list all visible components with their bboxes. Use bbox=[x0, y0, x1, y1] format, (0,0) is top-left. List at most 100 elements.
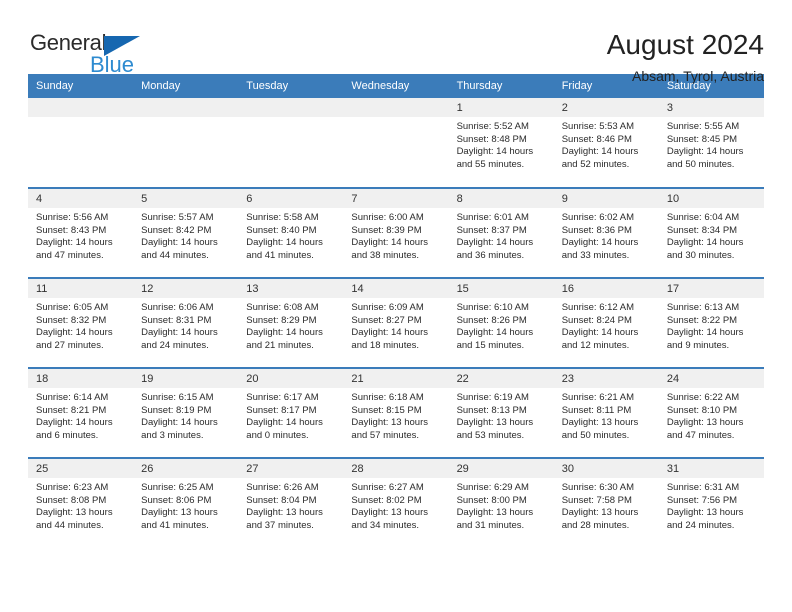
calendar-day-cell[interactable]: 6 Sunrise: 5:58 AM Sunset: 8:40 PM Daylight… bbox=[238, 187, 344, 278]
daylight-line-cont: and 55 minutes. bbox=[456, 158, 525, 170]
daylight-line: Daylight: 14 hours bbox=[456, 327, 534, 339]
calendar-week-row: 25 Sunrise: 6:23 AM Sunset: 8:08 PM Dayligh… bbox=[28, 457, 764, 548]
calendar-day-cell[interactable]: 26 Sunrise: 6:25 AM Sunset: 8:06 PM Dayligh… bbox=[133, 457, 239, 548]
weekday-header-wednesday: Wednesday bbox=[343, 74, 449, 98]
calendar-day-cell[interactable]: 21 Sunrise: 6:18 AM Sunset: 8:15 PM Dayligh… bbox=[343, 367, 449, 458]
day-number: 5 bbox=[133, 189, 239, 208]
calendar-day-cell[interactable]: 9 Sunrise: 6:02 AM Sunset: 8:36 PM Daylight… bbox=[553, 187, 659, 278]
day-number bbox=[133, 98, 239, 117]
sunrise-line: Sunrise: 6:15 AM bbox=[141, 392, 214, 403]
day-number bbox=[238, 98, 344, 117]
day-number: 25 bbox=[28, 459, 134, 478]
daylight-line: Daylight: 14 hours bbox=[456, 146, 534, 158]
day-number: 23 bbox=[553, 369, 659, 388]
calendar-day-cell[interactable]: 12 Sunrise: 6:06 AM Sunset: 8:31 PM Dayligh… bbox=[133, 277, 239, 368]
calendar-day-cell[interactable]: 14 Sunrise: 6:09 AM Sunset: 8:27 PM Dayligh… bbox=[343, 277, 449, 368]
day-details: Sunrise: 6:08 AM Sunset: 8:29 PM Daylight:… bbox=[238, 298, 343, 352]
day-details: Sunrise: 6:23 AM Sunset: 8:08 PM Daylight:… bbox=[28, 478, 133, 532]
daylight-line-cont: and 30 minutes. bbox=[666, 249, 735, 261]
day-number: 20 bbox=[238, 369, 344, 388]
calendar-day-cell[interactable]: 7 Sunrise: 6:00 AM Sunset: 8:39 PM Daylight… bbox=[343, 187, 449, 278]
sunset-line: Sunset: 8:08 PM bbox=[36, 494, 107, 506]
daylight-line: Daylight: 13 hours bbox=[666, 507, 744, 519]
calendar-day-cell[interactable]: 2 Sunrise: 5:53 AM Sunset: 8:46 PM Daylight… bbox=[553, 98, 659, 188]
day-number: 27 bbox=[238, 459, 344, 478]
calendar-day-cell[interactable]: 27 Sunrise: 6:26 AM Sunset: 8:04 PM Dayligh… bbox=[238, 457, 344, 548]
calendar-day-cell[interactable]: 1 Sunrise: 5:52 AM Sunset: 8:48 PM Daylight… bbox=[448, 98, 554, 188]
daylight-line-cont: and 21 minutes. bbox=[246, 339, 314, 351]
day-details: Sunrise: 6:19 AM Sunset: 8:13 PM Daylight:… bbox=[449, 388, 554, 442]
day-details: Sunrise: 6:04 AM Sunset: 8:34 PM Daylight:… bbox=[659, 208, 764, 262]
calendar-day-cell[interactable]: 10 Sunrise: 6:04 AM Sunset: 8:34 PM Dayligh… bbox=[658, 187, 764, 278]
daylight-line: Daylight: 13 hours bbox=[561, 417, 639, 429]
sunrise-line: Sunrise: 5:53 AM bbox=[561, 121, 635, 132]
sunrise-line: Sunrise: 5:52 AM bbox=[456, 121, 529, 132]
calendar-day-cell[interactable]: 5 Sunrise: 5:57 AM Sunset: 8:42 PM Daylight… bbox=[133, 187, 239, 278]
calendar-day-cell[interactable]: 19 Sunrise: 6:15 AM Sunset: 8:19 PM Dayligh… bbox=[133, 367, 239, 458]
day-details: Sunrise: 6:14 AM Sunset: 8:21 PM Daylight:… bbox=[28, 388, 133, 442]
calendar-day-cell[interactable]: 31 Sunrise: 6:31 AM Sunset: 7:56 PM Dayligh… bbox=[658, 457, 764, 548]
calendar-day-cell[interactable]: 16 Sunrise: 6:12 AM Sunset: 8:24 PM Dayligh… bbox=[553, 277, 659, 368]
sunrise-line: Sunrise: 6:30 AM bbox=[561, 482, 635, 493]
sunset-line: Sunset: 8:40 PM bbox=[246, 224, 317, 236]
calendar-day-cell[interactable]: 23 Sunrise: 6:21 AM Sunset: 8:11 PM Dayligh… bbox=[553, 367, 659, 458]
sunset-line: Sunset: 8:37 PM bbox=[456, 224, 527, 236]
calendar-day-cell[interactable]: 4 Sunrise: 5:56 AM Sunset: 8:43 PM Daylight… bbox=[28, 187, 134, 278]
calendar-day-cell[interactable]: 29 Sunrise: 6:29 AM Sunset: 8:00 PM Dayligh… bbox=[448, 457, 554, 548]
calendar-day-cell[interactable]: 25 Sunrise: 6:23 AM Sunset: 8:08 PM Dayligh… bbox=[28, 457, 134, 548]
daylight-line: Daylight: 13 hours bbox=[456, 507, 534, 519]
calendar-day-cell[interactable]: 3 Sunrise: 5:55 AM Sunset: 8:45 PM Daylight… bbox=[658, 98, 764, 188]
day-details: Sunrise: 6:05 AM Sunset: 8:32 PM Daylight:… bbox=[28, 298, 133, 352]
calendar-day-cell[interactable]: 11 Sunrise: 6:05 AM Sunset: 8:32 PM Dayligh… bbox=[28, 277, 134, 368]
daylight-line: Daylight: 14 hours bbox=[36, 327, 113, 339]
calendar-day-cell[interactable]: 15 Sunrise: 6:10 AM Sunset: 8:26 PM Dayligh… bbox=[448, 277, 554, 368]
daylight-line: Daylight: 14 hours bbox=[351, 237, 428, 249]
day-number: 7 bbox=[343, 189, 449, 208]
daylight-line: Daylight: 14 hours bbox=[666, 237, 744, 249]
sunset-line: Sunset: 8:42 PM bbox=[141, 224, 212, 236]
sunrise-line: Sunrise: 5:56 AM bbox=[36, 212, 109, 223]
daylight-line-cont: and 6 minutes. bbox=[36, 429, 99, 441]
calendar-day-cell[interactable]: 8 Sunrise: 6:01 AM Sunset: 8:37 PM Daylight… bbox=[448, 187, 554, 278]
calendar-day-cell[interactable]: 30 Sunrise: 6:30 AM Sunset: 7:58 PM Dayligh… bbox=[553, 457, 659, 548]
calendar-empty-cell bbox=[238, 98, 344, 188]
general-blue-logo[interactable]: General Blue bbox=[28, 30, 158, 78]
daylight-line: Daylight: 14 hours bbox=[561, 237, 639, 249]
day-details: Sunrise: 6:27 AM Sunset: 8:02 PM Daylight:… bbox=[343, 478, 448, 532]
calendar-day-cell[interactable]: 20 Sunrise: 6:17 AM Sunset: 8:17 PM Dayligh… bbox=[238, 367, 344, 458]
sunrise-line: Sunrise: 6:06 AM bbox=[141, 302, 214, 313]
day-number: 2 bbox=[553, 98, 659, 117]
sunset-line: Sunset: 8:48 PM bbox=[456, 133, 527, 145]
daylight-line-cont: and 47 minutes. bbox=[666, 429, 735, 441]
calendar-day-cell[interactable]: 28 Sunrise: 6:27 AM Sunset: 8:02 PM Dayligh… bbox=[343, 457, 449, 548]
calendar-day-cell[interactable]: 22 Sunrise: 6:19 AM Sunset: 8:13 PM Dayligh… bbox=[448, 367, 554, 458]
sunset-line: Sunset: 8:19 PM bbox=[141, 404, 212, 416]
calendar-week-row: 4 Sunrise: 5:56 AM Sunset: 8:43 PM Daylight… bbox=[28, 187, 764, 278]
day-number: 28 bbox=[343, 459, 449, 478]
sunrise-line: Sunrise: 6:21 AM bbox=[561, 392, 635, 403]
sunrise-line: Sunrise: 6:17 AM bbox=[246, 392, 319, 403]
day-details: Sunrise: 6:13 AM Sunset: 8:22 PM Daylight:… bbox=[659, 298, 764, 352]
calendar-day-cell[interactable]: 24 Sunrise: 6:22 AM Sunset: 8:10 PM Dayligh… bbox=[658, 367, 764, 458]
day-details: Sunrise: 6:01 AM Sunset: 8:37 PM Daylight:… bbox=[449, 208, 554, 262]
sunrise-line: Sunrise: 6:05 AM bbox=[36, 302, 109, 313]
daylight-line: Daylight: 14 hours bbox=[141, 417, 218, 429]
day-number: 22 bbox=[448, 369, 554, 388]
daylight-line: Daylight: 14 hours bbox=[36, 417, 113, 429]
daylight-line-cont: and 38 minutes. bbox=[351, 249, 420, 261]
sunset-line: Sunset: 8:10 PM bbox=[666, 404, 738, 416]
calendar-empty-cell bbox=[133, 98, 239, 188]
day-number bbox=[343, 98, 449, 117]
sunrise-line: Sunrise: 6:04 AM bbox=[666, 212, 740, 223]
day-details: Sunrise: 6:30 AM Sunset: 7:58 PM Daylight:… bbox=[554, 478, 659, 532]
daylight-line: Daylight: 14 hours bbox=[456, 237, 534, 249]
daylight-line: Daylight: 14 hours bbox=[141, 327, 218, 339]
sunrise-line: Sunrise: 6:13 AM bbox=[666, 302, 740, 313]
calendar-day-cell[interactable]: 18 Sunrise: 6:14 AM Sunset: 8:21 PM Dayligh… bbox=[28, 367, 134, 458]
calendar-day-cell[interactable]: 13 Sunrise: 6:08 AM Sunset: 8:29 PM Dayligh… bbox=[238, 277, 344, 368]
calendar-day-cell[interactable]: 17 Sunrise: 6:13 AM Sunset: 8:22 PM Dayligh… bbox=[658, 277, 764, 368]
day-details: Sunrise: 6:31 AM Sunset: 7:56 PM Daylight:… bbox=[659, 478, 764, 532]
day-details: Sunrise: 6:00 AM Sunset: 8:39 PM Daylight:… bbox=[343, 208, 448, 262]
daylight-line-cont: and 34 minutes. bbox=[351, 519, 420, 531]
sunset-line: Sunset: 8:32 PM bbox=[36, 314, 107, 326]
